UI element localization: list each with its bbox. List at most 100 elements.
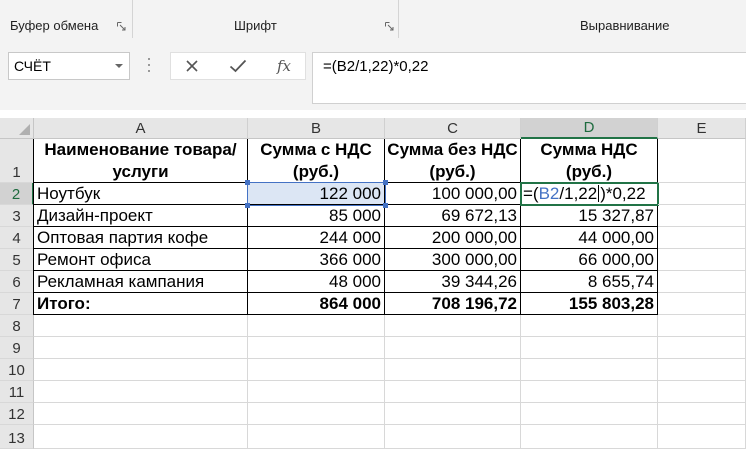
chevron-down-icon[interactable]	[115, 64, 123, 68]
empty-cell[interactable]	[521, 381, 658, 403]
empty-cell[interactable]	[385, 425, 521, 449]
header-cell-with-vat[interactable]: Сумма с НДС (руб.)	[248, 139, 385, 183]
row-header-1[interactable]: 1	[0, 139, 34, 183]
formula-middle: /1,22	[559, 184, 598, 203]
formula-input[interactable]: =(B2/1,22)*0,22	[312, 52, 746, 104]
row-header-8[interactable]: 8	[0, 315, 34, 337]
row-header-13[interactable]: 13	[0, 425, 34, 449]
row-header-9[interactable]: 9	[0, 337, 34, 359]
row-header-5[interactable]: 5	[0, 249, 34, 271]
cancel-button[interactable]	[177, 53, 207, 79]
column-header-a[interactable]: A	[34, 118, 248, 139]
empty-cell[interactable]	[385, 403, 521, 425]
insert-function-button[interactable]: fx	[269, 53, 299, 79]
dialog-launcher-icon[interactable]	[385, 22, 394, 31]
formula-reference: B2	[538, 184, 560, 203]
cell-c5[interactable]: 300 000,00	[385, 249, 521, 271]
enter-button[interactable]	[223, 53, 253, 79]
row-header-7[interactable]: 7	[0, 293, 34, 315]
empty-cell[interactable]	[248, 381, 385, 403]
cell-d6[interactable]: 8 655,74	[521, 271, 658, 293]
font-group-label[interactable]: Шрифт	[234, 18, 277, 33]
empty-cell[interactable]	[34, 425, 248, 449]
row-header-3[interactable]: 3	[0, 205, 34, 227]
cell-a4[interactable]: Оптовая партия кофе	[34, 227, 248, 249]
cell-a2[interactable]: Ноутбук	[34, 183, 248, 205]
cell-a5[interactable]: Ремонт офиса	[34, 249, 248, 271]
empty-cell[interactable]	[658, 293, 746, 315]
empty-cell[interactable]	[521, 359, 658, 381]
cell-b4[interactable]: 244 000	[248, 227, 385, 249]
cell-b5[interactable]: 366 000	[248, 249, 385, 271]
empty-cell[interactable]	[658, 425, 746, 449]
fx-icon: fx	[276, 57, 291, 75]
row-header-2[interactable]: 2	[0, 183, 34, 205]
row-header-11[interactable]: 11	[0, 381, 34, 403]
header-cell-name[interactable]: Наименование товара/услуги	[34, 139, 248, 183]
empty-cell[interactable]	[658, 381, 746, 403]
empty-cell[interactable]	[521, 403, 658, 425]
empty-cell[interactable]	[521, 425, 658, 449]
empty-cell[interactable]	[521, 337, 658, 359]
empty-cell[interactable]	[34, 381, 248, 403]
empty-cell[interactable]	[34, 403, 248, 425]
cell-a6[interactable]: Рекламная кампания	[34, 271, 248, 293]
empty-cell[interactable]	[521, 315, 658, 337]
cell-b6[interactable]: 48 000	[248, 271, 385, 293]
empty-cell[interactable]	[658, 205, 746, 227]
cell-d2-editing[interactable]: =(B2/1,22)*0,22	[521, 183, 658, 205]
clipboard-group-label[interactable]: Буфер обмена	[10, 18, 98, 33]
row-header-10[interactable]: 10	[0, 359, 34, 381]
empty-cell[interactable]	[248, 315, 385, 337]
header-cell-vat[interactable]: Сумма НДС (руб.)	[521, 139, 658, 183]
empty-cell[interactable]	[658, 271, 746, 293]
empty-cell[interactable]	[34, 359, 248, 381]
cell-c3[interactable]: 69 672,13	[385, 205, 521, 227]
cell-c4[interactable]: 200 000,00	[385, 227, 521, 249]
empty-cell[interactable]	[658, 359, 746, 381]
empty-cell[interactable]	[248, 359, 385, 381]
cell-c2[interactable]: 100 000,00	[385, 183, 521, 205]
row-header-12[interactable]: 12	[0, 403, 34, 425]
cell-a3[interactable]: Дизайн-проект	[34, 205, 248, 227]
empty-cell[interactable]	[34, 337, 248, 359]
cell-d4[interactable]: 44 000,00	[521, 227, 658, 249]
column-header-e[interactable]: E	[658, 118, 746, 139]
empty-cell[interactable]	[385, 337, 521, 359]
empty-cell[interactable]	[658, 337, 746, 359]
cell-c7-total[interactable]: 708 196,72	[385, 293, 521, 315]
empty-cell[interactable]	[385, 381, 521, 403]
empty-cell[interactable]	[658, 249, 746, 271]
row-header-6[interactable]: 6	[0, 271, 34, 293]
column-header-c[interactable]: C	[385, 118, 521, 139]
cell-b2[interactable]: 122 000	[248, 183, 385, 205]
empty-cell[interactable]	[248, 425, 385, 449]
select-all-button[interactable]	[0, 118, 34, 139]
name-box[interactable]: СЧЁТ	[8, 52, 130, 80]
cell-d3[interactable]: 15 327,87	[521, 205, 658, 227]
cell-c6[interactable]: 39 344,26	[385, 271, 521, 293]
empty-cell[interactable]	[658, 139, 746, 183]
alignment-group-label[interactable]: Выравнивание	[580, 18, 669, 33]
empty-cell[interactable]	[385, 315, 521, 337]
empty-cell[interactable]	[658, 315, 746, 337]
header-cell-without-vat[interactable]: Сумма без НДС (руб.)	[385, 139, 521, 183]
empty-cell[interactable]	[248, 403, 385, 425]
empty-cell[interactable]	[248, 337, 385, 359]
cell-b3[interactable]: 85 000	[248, 205, 385, 227]
formula-bar-grip-icon[interactable]	[147, 58, 151, 74]
cell-d7-total[interactable]: 155 803,28	[521, 293, 658, 315]
empty-cell[interactable]	[658, 183, 746, 205]
column-header-d[interactable]: D	[521, 118, 658, 139]
cell-d5[interactable]: 66 000,00	[521, 249, 658, 271]
dialog-launcher-icon[interactable]	[117, 22, 126, 31]
empty-cell[interactable]	[385, 359, 521, 381]
ribbon-separator	[398, 0, 399, 38]
empty-cell[interactable]	[658, 227, 746, 249]
empty-cell[interactable]	[658, 403, 746, 425]
column-header-b[interactable]: B	[248, 118, 385, 139]
empty-cell[interactable]	[34, 315, 248, 337]
cell-a7-total-label[interactable]: Итого:	[34, 293, 248, 315]
cell-b7-total[interactable]: 864 000	[248, 293, 385, 315]
row-header-4[interactable]: 4	[0, 227, 34, 249]
